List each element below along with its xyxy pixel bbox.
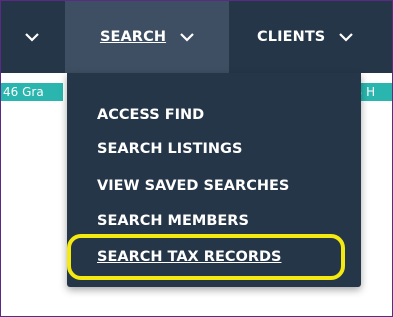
nav-clients-label[interactable]: CLIENTS: [257, 29, 325, 45]
chevron-down-icon[interactable]: [25, 32, 39, 42]
menu-item-view-saved-searches[interactable]: VIEW SAVED SEARCHES: [97, 177, 289, 195]
nav-item-clients[interactable]: CLIENTS: [239, 1, 392, 73]
search-dropdown-menu: ACCESS FIND SEARCH LISTINGS VIEW SAVED S…: [67, 73, 361, 287]
listing-strip-left[interactable]: 46 Gra: [1, 83, 63, 101]
menu-item-access-find[interactable]: ACCESS FIND: [97, 106, 204, 124]
app-frame: SEARCH CLIENTS 46 Gra 93 H ACCESS FIND S…: [0, 0, 393, 317]
nav-item-previous[interactable]: [1, 1, 63, 73]
menu-item-search-tax-records[interactable]: SEARCH TAX RECORDS: [97, 248, 281, 266]
chevron-down-icon[interactable]: [180, 32, 194, 42]
menu-item-search-members[interactable]: SEARCH MEMBERS: [97, 212, 249, 230]
menu-item-search-listings[interactable]: SEARCH LISTINGS: [97, 140, 242, 158]
top-navbar: SEARCH CLIENTS: [1, 1, 392, 73]
nav-item-search[interactable]: SEARCH: [65, 1, 229, 73]
chevron-down-icon[interactable]: [339, 32, 354, 42]
nav-search-label[interactable]: SEARCH: [100, 29, 166, 45]
